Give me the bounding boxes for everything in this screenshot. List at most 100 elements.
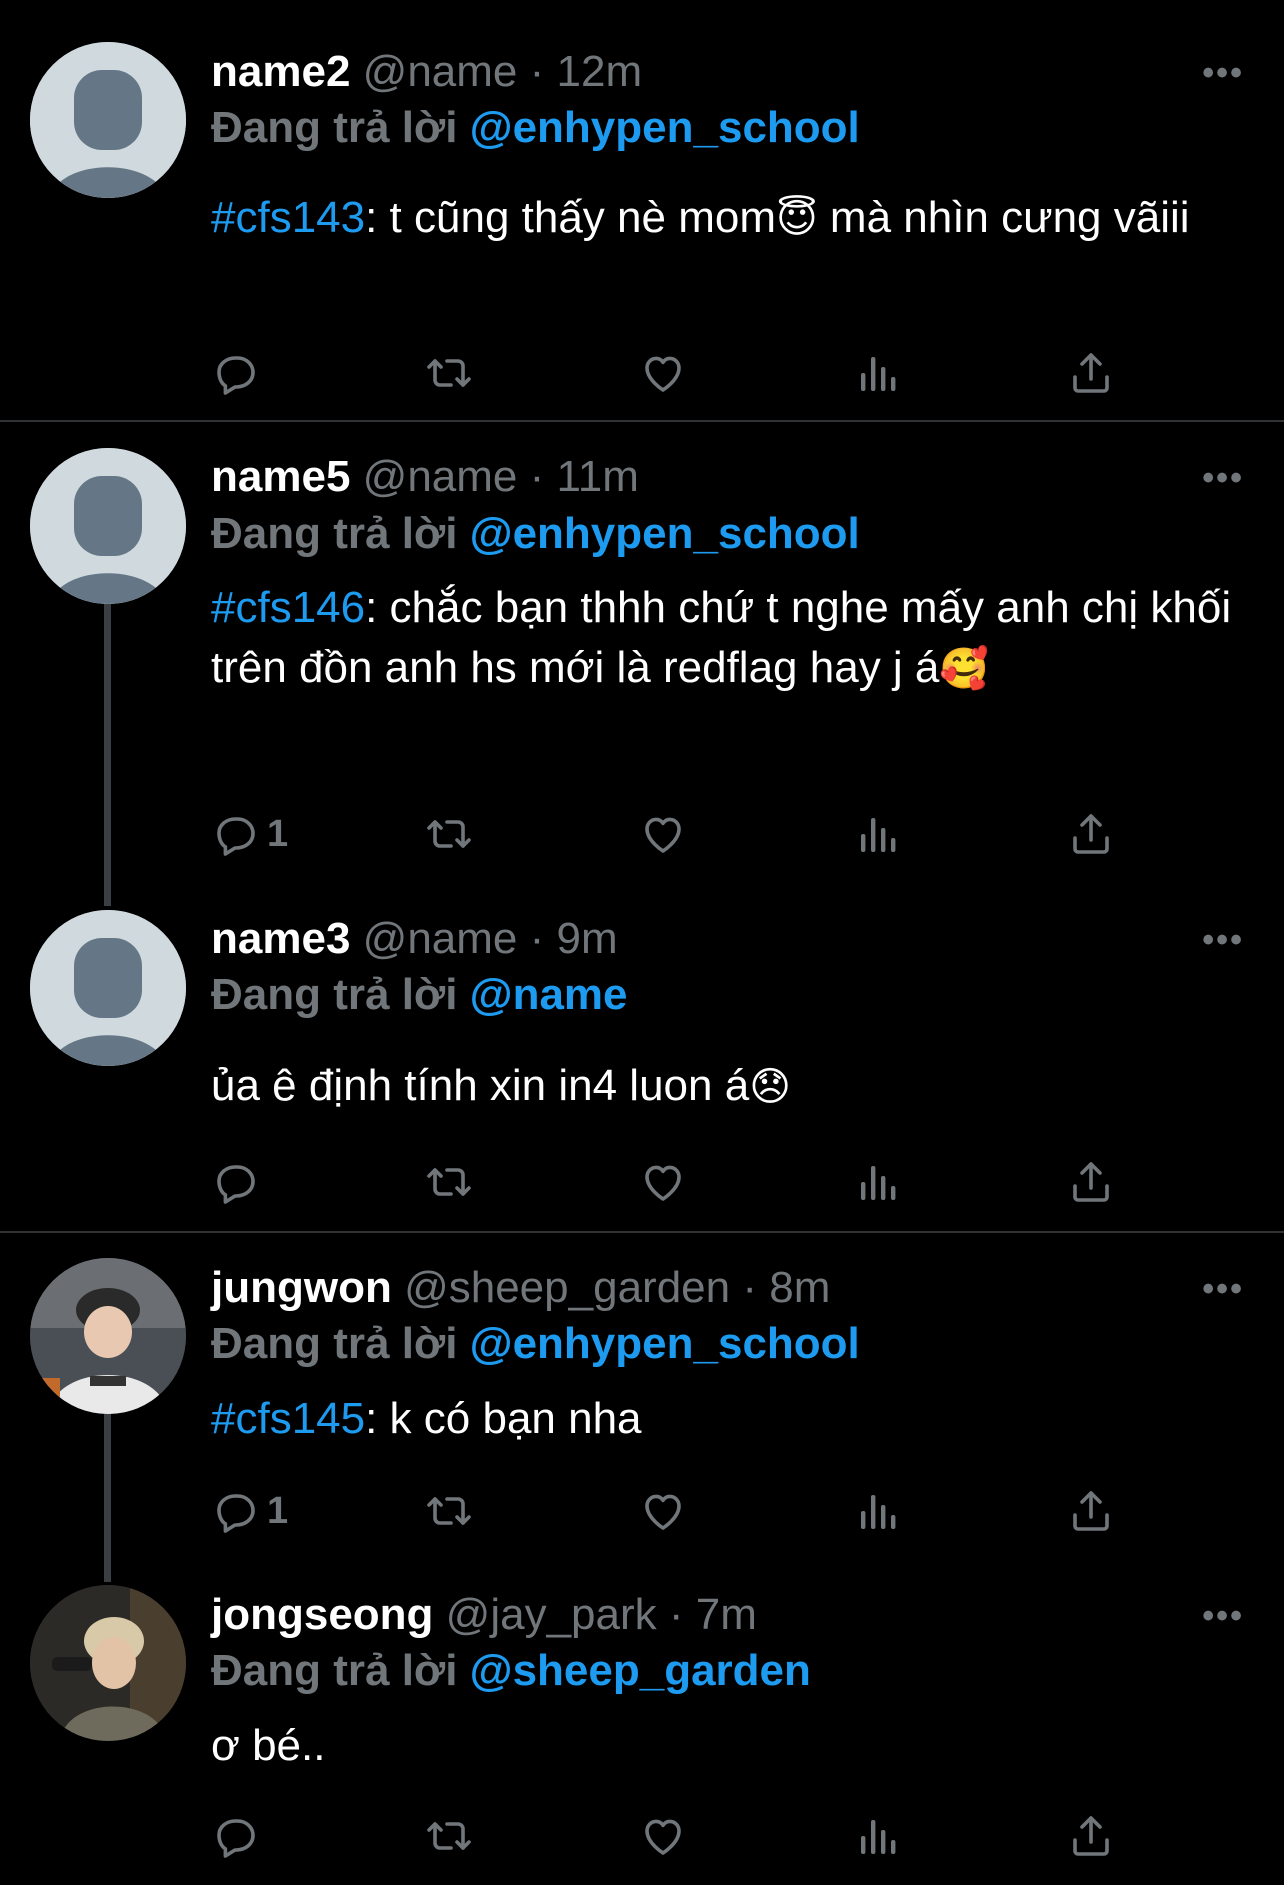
heart-icon	[639, 1487, 687, 1535]
hashtag-link[interactable]: #cfs145	[211, 1394, 365, 1443]
timestamp[interactable]: 12m	[557, 47, 643, 96]
handle[interactable]: @jay_park	[446, 1590, 657, 1639]
tweet-text-content: ơ bé..	[211, 1721, 326, 1770]
reply-count: 1	[267, 812, 289, 855]
heart-icon	[639, 349, 687, 397]
replying-mention-link[interactable]: @name	[470, 970, 628, 1019]
timestamp[interactable]: 11m	[557, 452, 639, 501]
share-button[interactable]	[1067, 345, 1115, 401]
retweet-button[interactable]	[425, 1483, 473, 1539]
tweet-text-content: ủa ê định tính xin in4 luon á	[211, 1061, 750, 1110]
like-button[interactable]	[639, 1154, 687, 1210]
dot-separator: ·	[742, 1263, 757, 1312]
replying-to: Đang trả lời @enhypen_school	[211, 506, 860, 562]
thread-line	[104, 600, 111, 906]
more-horizontal-icon[interactable]: •••	[1202, 1270, 1244, 1309]
tweet-text-content: : k có bạn nha	[365, 1394, 642, 1443]
like-button[interactable]	[639, 345, 687, 401]
retweet-button[interactable]	[425, 1154, 473, 1210]
avatar-photo[interactable]	[30, 1258, 186, 1414]
avatar[interactable]	[30, 42, 186, 198]
tweet-text-content: : t cũng thấy nè mom	[365, 193, 776, 242]
share-icon	[1067, 349, 1115, 397]
avatar[interactable]	[30, 448, 186, 604]
retweet-button[interactable]	[425, 1808, 473, 1864]
share-button[interactable]	[1067, 806, 1115, 862]
like-button[interactable]	[639, 806, 687, 862]
retweet-button[interactable]	[425, 345, 473, 401]
reply-button[interactable]	[211, 1808, 267, 1864]
timestamp[interactable]: 9m	[557, 914, 618, 963]
more-horizontal-icon[interactable]: •••	[1202, 921, 1244, 960]
avatar[interactable]	[30, 910, 186, 1066]
handle[interactable]: @name	[363, 914, 518, 963]
handle[interactable]: @name	[363, 47, 518, 96]
replying-to: Đang trả lời @enhypen_school	[211, 1316, 860, 1372]
tweet-header: name5 @name · 11m	[211, 449, 639, 505]
replying-label: Đang trả lời	[211, 509, 458, 558]
replying-mention-link[interactable]: @enhypen_school	[470, 1319, 860, 1368]
share-button[interactable]	[1067, 1154, 1115, 1210]
replying-mention-link[interactable]: @sheep_garden	[470, 1646, 811, 1695]
hashtag-link[interactable]: #cfs143	[211, 193, 365, 242]
share-button[interactable]	[1067, 1808, 1115, 1864]
replying-label: Đang trả lời	[211, 1646, 458, 1695]
views-icon	[853, 1812, 901, 1860]
views-button[interactable]	[853, 806, 901, 862]
display-name[interactable]: name3	[211, 914, 350, 963]
replying-to: Đang trả lời @enhypen_school	[211, 100, 860, 156]
more-horizontal-icon[interactable]: •••	[1202, 1597, 1244, 1636]
tweet-actions	[211, 1808, 1141, 1864]
smiling-hearts-emoji: 🥰	[939, 646, 990, 692]
profile-photo-icon	[30, 1585, 186, 1741]
avatar-photo[interactable]	[30, 1585, 186, 1741]
timestamp[interactable]: 8m	[769, 1263, 830, 1312]
thread-line	[104, 1412, 111, 1582]
reply-icon	[211, 1487, 259, 1535]
display-name[interactable]: jongseong	[211, 1590, 433, 1639]
views-button[interactable]	[853, 345, 901, 401]
reply-button[interactable]: 1	[211, 806, 288, 862]
views-button[interactable]	[853, 1808, 901, 1864]
replying-label: Đang trả lời	[211, 970, 458, 1019]
default-avatar-icon	[30, 42, 186, 198]
tweet-actions	[211, 1154, 1141, 1210]
replying-mention-link[interactable]: @enhypen_school	[470, 509, 860, 558]
retweet-button[interactable]	[425, 806, 473, 862]
tweet-text: #cfs146: chắc bạn thhh chứ t nghe mấy an…	[211, 578, 1241, 699]
display-name[interactable]: name5	[211, 452, 350, 501]
disappointed-face-emoji: 😞	[749, 1064, 791, 1110]
reply-button[interactable]: 1	[211, 1483, 288, 1539]
display-name[interactable]: jungwon	[211, 1263, 392, 1312]
share-button[interactable]	[1067, 1483, 1115, 1539]
reply-icon	[211, 810, 259, 858]
handle[interactable]: @name	[363, 452, 518, 501]
replying-to: Đang trả lời @sheep_garden	[211, 1643, 811, 1699]
replying-mention-link[interactable]: @enhypen_school	[470, 103, 860, 152]
tweet-actions	[211, 345, 1141, 401]
like-button[interactable]	[639, 1483, 687, 1539]
replying-label: Đang trả lời	[211, 103, 458, 152]
more-horizontal-icon[interactable]: •••	[1202, 459, 1244, 498]
views-button[interactable]	[853, 1483, 901, 1539]
dot-separator: ·	[529, 914, 545, 963]
retweet-icon	[425, 1487, 473, 1535]
reply-button[interactable]	[211, 345, 267, 401]
dot-separator: ·	[529, 47, 545, 96]
reply-button[interactable]	[211, 1154, 267, 1210]
replying-label: Đang trả lời	[211, 1319, 458, 1368]
reply-icon	[211, 1158, 259, 1206]
views-icon	[853, 1487, 901, 1535]
share-icon	[1067, 1812, 1115, 1860]
like-button[interactable]	[639, 1808, 687, 1864]
more-horizontal-icon[interactable]: •••	[1202, 54, 1244, 93]
views-button[interactable]	[853, 1154, 901, 1210]
timestamp[interactable]: 7m	[696, 1590, 757, 1639]
reply-icon	[211, 1812, 259, 1860]
tweet-header: name2 @name · 12m	[211, 44, 642, 100]
handle[interactable]: @sheep_garden	[404, 1263, 730, 1312]
divider	[0, 1231, 1284, 1233]
display-name[interactable]: name2	[211, 47, 350, 96]
heart-icon	[639, 1158, 687, 1206]
hashtag-link[interactable]: #cfs146	[211, 583, 365, 632]
